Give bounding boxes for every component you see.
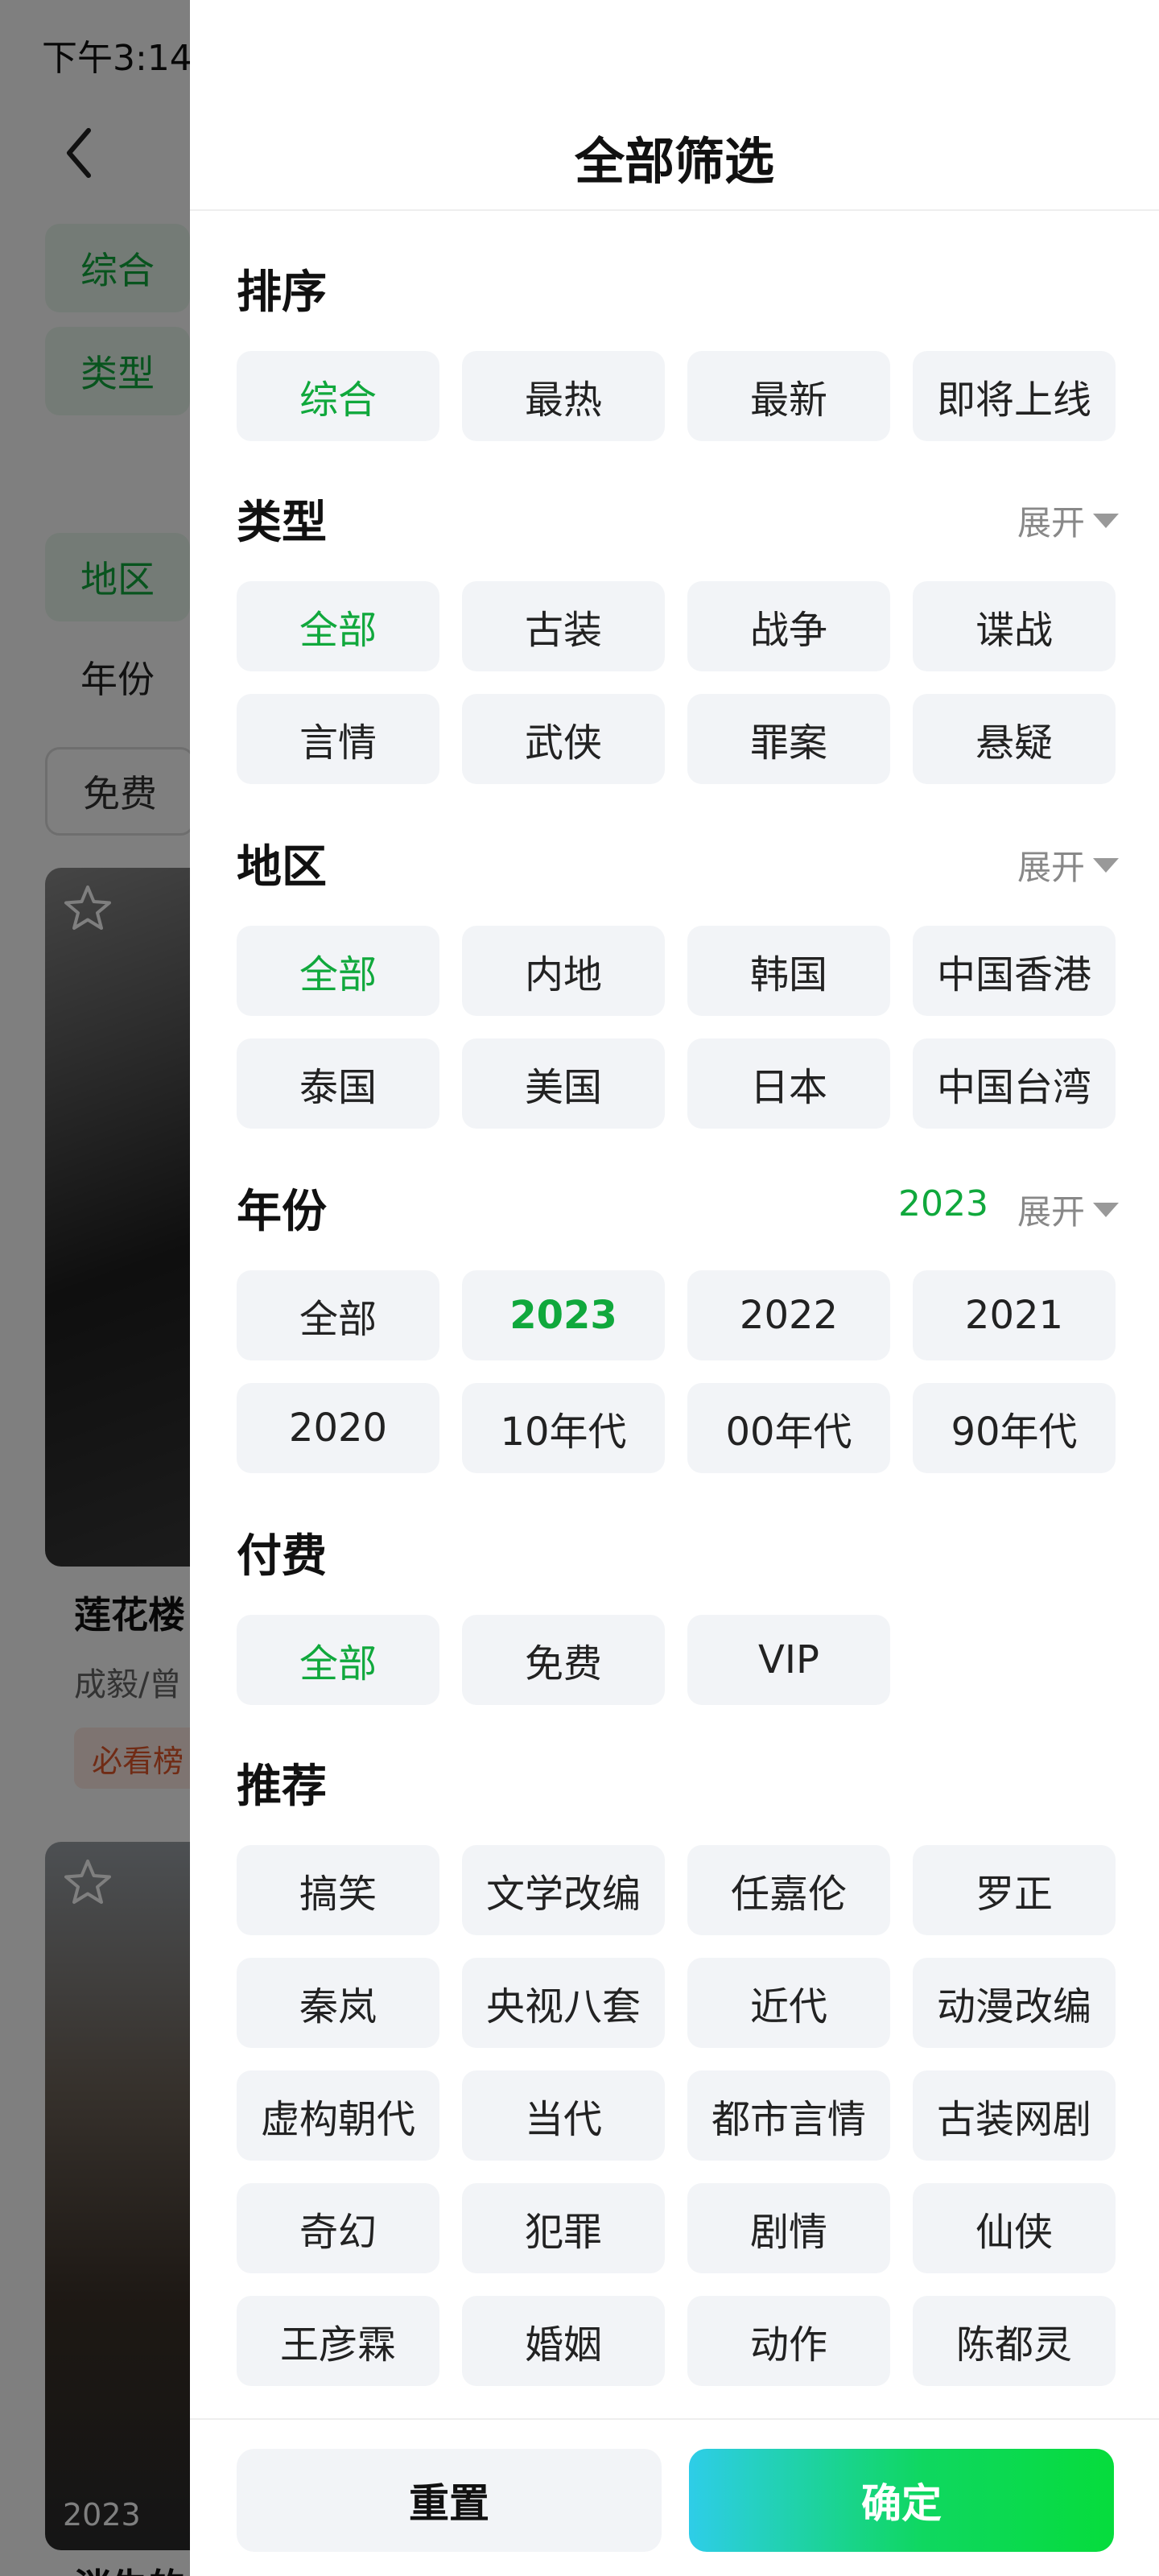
chip-region[interactable]: 泰国 — [237, 1038, 439, 1129]
expand-region-button[interactable]: 展开 — [1017, 840, 1119, 890]
chip-recommend[interactable]: 任嘉伦 — [687, 1845, 890, 1935]
chip-recommend[interactable]: 虚构朝代 — [237, 2070, 439, 2161]
chip-sort[interactable]: 最新 — [687, 351, 890, 441]
drawer-footer: 重置 确定 — [190, 2418, 1159, 2576]
chip-recommend[interactable]: 古装网剧 — [913, 2070, 1116, 2161]
chip-recommend[interactable]: 都市言情 — [687, 2070, 890, 2161]
chip-region[interactable]: 中国香港 — [913, 926, 1116, 1016]
chip-sort[interactable]: 综合 — [237, 351, 439, 441]
chip-sort[interactable]: 最热 — [462, 351, 665, 441]
chip-recommend[interactable]: 秦岚 — [237, 1958, 439, 2048]
caret-down-icon — [1093, 857, 1119, 873]
chip-recommend[interactable]: 近代 — [687, 1958, 890, 2048]
chip-recommend[interactable]: 犯罪 — [462, 2183, 665, 2273]
expand-year-button[interactable]: 展开 — [1017, 1185, 1119, 1234]
filter-drawer: 全部筛选 排序 综合 最热 最新 即将上线 类型 展开 全部 古装 战争 谍战 … — [190, 0, 1159, 2576]
chip-region[interactable]: 全部 — [237, 926, 439, 1016]
section-title-genre: 类型 — [237, 497, 327, 549]
caret-down-icon — [1093, 513, 1119, 528]
expand-label: 展开 — [1017, 848, 1085, 887]
chip-sort[interactable]: 即将上线 — [913, 351, 1116, 441]
chip-year[interactable]: 2021 — [913, 1270, 1116, 1360]
chip-pay[interactable]: 免费 — [462, 1615, 665, 1705]
chip-year[interactable]: 10年代 — [462, 1383, 665, 1473]
drawer-title: 全部筛选 — [574, 132, 774, 191]
caret-down-icon — [1093, 1202, 1119, 1217]
section-title-pay: 付费 — [237, 1530, 327, 1583]
expand-label: 展开 — [1017, 503, 1085, 543]
chip-recommend[interactable]: 婚姻 — [462, 2296, 665, 2386]
chip-genre[interactable]: 谍战 — [913, 581, 1116, 671]
chip-recommend[interactable]: 陈都灵 — [913, 2296, 1116, 2386]
section-title-region: 地区 — [237, 841, 327, 894]
chip-year[interactable]: 全部 — [237, 1270, 439, 1360]
chip-genre[interactable]: 古装 — [462, 581, 665, 671]
chip-year[interactable]: 2020 — [237, 1383, 439, 1473]
section-title-recommend: 推荐 — [237, 1761, 327, 1813]
chip-recommend[interactable]: 当代 — [462, 2070, 665, 2161]
chip-region[interactable]: 美国 — [462, 1038, 665, 1129]
chip-recommend[interactable]: 央视八套 — [462, 1958, 665, 2048]
confirm-button[interactable]: 确定 — [689, 2449, 1114, 2552]
chip-pay[interactable]: VIP — [687, 1615, 890, 1705]
chip-genre[interactable]: 武侠 — [462, 694, 665, 784]
chip-recommend[interactable]: 剧情 — [687, 2183, 890, 2273]
reset-button[interactable]: 重置 — [237, 2449, 662, 2552]
chip-genre[interactable]: 战争 — [687, 581, 890, 671]
chip-recommend[interactable]: 奇幻 — [237, 2183, 439, 2273]
chip-recommend[interactable]: 王彦霖 — [237, 2296, 439, 2386]
chip-year[interactable]: 00年代 — [687, 1383, 890, 1473]
chip-year[interactable]: 2023 — [462, 1270, 665, 1360]
chip-region[interactable]: 中国台湾 — [913, 1038, 1116, 1129]
chip-genre[interactable]: 言情 — [237, 694, 439, 784]
chip-region[interactable]: 内地 — [462, 926, 665, 1016]
chip-recommend[interactable]: 搞笑 — [237, 1845, 439, 1935]
chip-genre[interactable]: 悬疑 — [913, 694, 1116, 784]
year-selected-value: 2023 — [898, 1183, 988, 1224]
expand-label: 展开 — [1017, 1192, 1085, 1232]
chip-region[interactable]: 日本 — [687, 1038, 890, 1129]
chip-genre[interactable]: 罪案 — [687, 694, 890, 784]
section-title-year: 年份 — [237, 1186, 327, 1238]
chip-recommend[interactable]: 罗正 — [913, 1845, 1116, 1935]
chip-region[interactable]: 韩国 — [687, 926, 890, 1016]
expand-genre-button[interactable]: 展开 — [1017, 496, 1119, 545]
chip-genre[interactable]: 全部 — [237, 581, 439, 671]
chip-recommend[interactable]: 动作 — [687, 2296, 890, 2386]
chip-recommend[interactable]: 文学改编 — [462, 1845, 665, 1935]
chip-recommend[interactable]: 仙侠 — [913, 2183, 1116, 2273]
drawer-header: 全部筛选 — [190, 0, 1159, 211]
chip-recommend[interactable]: 动漫改编 — [913, 1958, 1116, 2048]
chip-year[interactable]: 2022 — [687, 1270, 890, 1360]
chip-pay[interactable]: 全部 — [237, 1615, 439, 1705]
section-title-sort: 排序 — [237, 266, 327, 319]
chip-year[interactable]: 90年代 — [913, 1383, 1116, 1473]
